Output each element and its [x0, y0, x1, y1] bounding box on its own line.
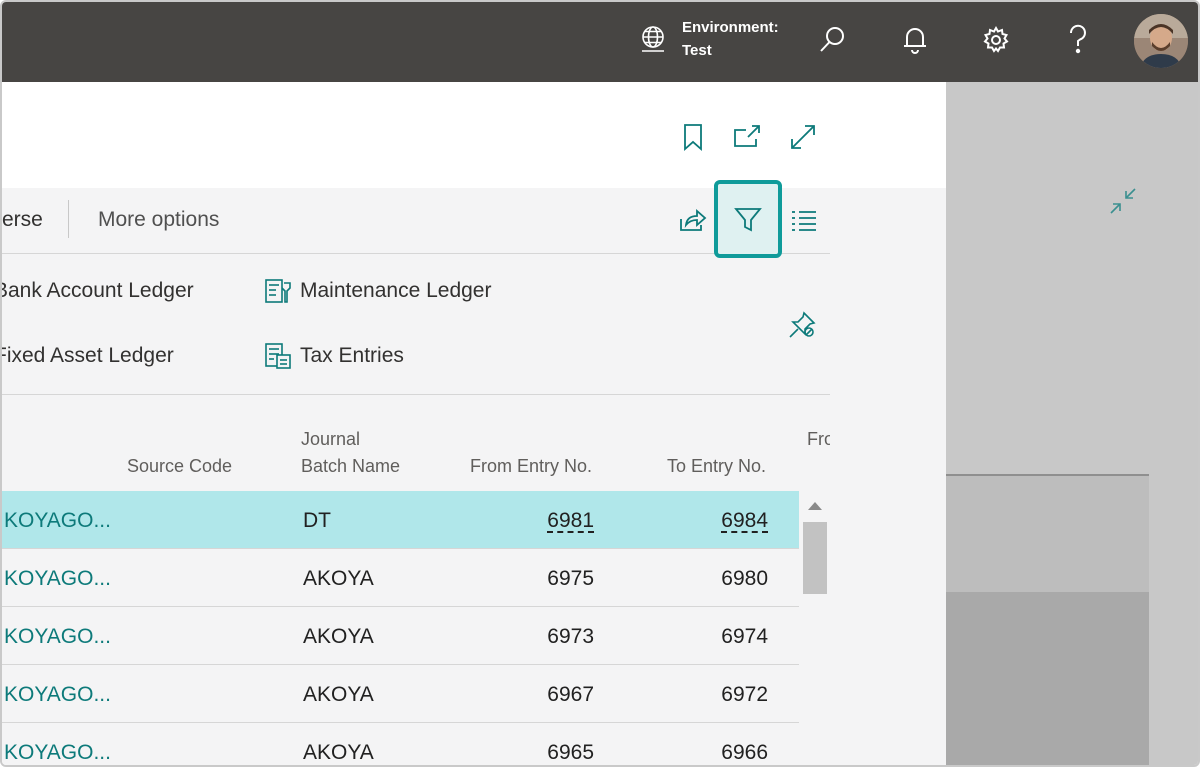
- user-cell[interactable]: KOYAGO...: [4, 683, 111, 707]
- globe-icon: [642, 26, 664, 52]
- background-block: [946, 592, 1149, 765]
- column-from-entry[interactable]: From Entry No.: [442, 453, 592, 480]
- search-icon: [820, 27, 844, 52]
- expand-button[interactable]: [788, 122, 818, 152]
- fixed-asset-ledger-link[interactable]: Fixed Asset Ledger: [0, 344, 174, 368]
- column-from-partial[interactable]: Fro: [807, 426, 830, 453]
- environment-label: Environment:: [682, 19, 779, 36]
- tax-entries-label: Tax Entries: [300, 344, 404, 367]
- maintenance-ledger-icon: [265, 279, 291, 303]
- from-entry-cell[interactable]: 6973: [442, 625, 594, 649]
- maintenance-ledger-label: Maintenance Ledger: [300, 279, 492, 302]
- to-entry-cell[interactable]: 6984: [616, 509, 768, 533]
- expand-icon: [791, 125, 815, 149]
- background-panel: [946, 476, 1149, 592]
- column-journal-batch-line2[interactable]: Batch Name: [301, 453, 400, 480]
- collapse-icon: [1110, 188, 1136, 214]
- user-cell[interactable]: KOYAGO...: [4, 567, 111, 591]
- bank-account-ledger-label: Bank Account Ledger: [0, 279, 194, 302]
- from-entry-cell[interactable]: 6981: [442, 509, 594, 533]
- help-icon: [1069, 24, 1086, 54]
- collapse-button[interactable]: [1108, 186, 1138, 216]
- user-cell[interactable]: KOYAGO...: [4, 741, 111, 765]
- from-entry-cell[interactable]: 6975: [442, 567, 594, 591]
- pin-icon: [789, 311, 816, 338]
- user-photo-icon: [1134, 14, 1188, 68]
- search-button[interactable]: [814, 22, 850, 58]
- scroll-up-arrow-icon[interactable]: [808, 502, 822, 510]
- top-bar: Environment: Test: [2, 2, 1198, 82]
- column-source-code[interactable]: Source Code: [127, 453, 232, 480]
- bank-account-ledger-link[interactable]: Bank Account Ledger: [0, 279, 194, 303]
- navigate-links: Bank Account Ledger Maintenance Ledger F…: [2, 255, 830, 395]
- tax-entries-icon: [265, 343, 291, 369]
- page-header: [2, 82, 946, 188]
- batch-cell: AKOYA: [303, 683, 374, 706]
- app-frame: Environment: Test erse More options Bank…: [0, 0, 1200, 767]
- content-area: erse More options Bank Account Ledger Ma…: [2, 180, 946, 765]
- batch-cell: AKOYA: [303, 567, 374, 590]
- notifications-button[interactable]: [897, 22, 933, 58]
- table-row[interactable]: KOYAGO... AKOYA 6973 6974: [2, 607, 799, 665]
- table-row[interactable]: KOYAGO... DT 6981 6984: [2, 491, 799, 549]
- batch-cell: DT: [303, 509, 331, 532]
- pin-button[interactable]: [786, 309, 818, 341]
- batch-cell: AKOYA: [303, 741, 374, 764]
- to-entry-cell[interactable]: 6980: [616, 567, 768, 591]
- table-header: Source Code Journal Batch Name From Entr…: [2, 396, 830, 491]
- action-separator: [68, 200, 69, 238]
- fixed-asset-ledger-label: Fixed Asset Ledger: [0, 344, 174, 367]
- maintenance-ledger-link[interactable]: Maintenance Ledger: [264, 277, 491, 305]
- environment-value: Test: [682, 42, 712, 59]
- column-journal-batch-line1[interactable]: Journal: [301, 426, 360, 453]
- background-divider: [946, 474, 1149, 476]
- environment-indicator[interactable]: Environment: Test: [638, 16, 779, 62]
- list-view-button[interactable]: [788, 204, 820, 236]
- share-button[interactable]: [676, 204, 708, 236]
- tax-entries-link[interactable]: Tax Entries: [264, 342, 404, 370]
- to-entry-cell[interactable]: 6974: [616, 625, 768, 649]
- settings-button[interactable]: [978, 22, 1014, 58]
- bookmark-button[interactable]: [678, 122, 708, 152]
- bell-icon: [904, 28, 926, 54]
- open-new-window-icon: [734, 125, 760, 147]
- column-to-entry[interactable]: To Entry No.: [616, 453, 766, 480]
- more-options-button[interactable]: More options: [98, 208, 219, 232]
- user-cell[interactable]: KOYAGO...: [4, 625, 111, 649]
- scrollbar-thumb[interactable]: [803, 522, 827, 594]
- bookmark-icon: [684, 124, 702, 151]
- table-row[interactable]: KOYAGO... AKOYA 6975 6980: [2, 549, 799, 607]
- help-button[interactable]: [1060, 22, 1096, 58]
- reverse-action[interactable]: erse: [2, 208, 43, 232]
- user-cell[interactable]: KOYAGO...: [4, 509, 111, 533]
- action-bar: erse More options: [2, 180, 830, 258]
- list-icon: [792, 211, 816, 231]
- filter-pane-button[interactable]: [714, 180, 782, 258]
- avatar[interactable]: [1134, 14, 1188, 68]
- share-icon: [680, 209, 707, 231]
- to-entry-cell[interactable]: 6966: [616, 741, 768, 765]
- gear-icon: [983, 25, 1009, 53]
- batch-cell: AKOYA: [303, 625, 374, 648]
- table-row[interactable]: KOYAGO... AKOYA 6967 6972: [2, 665, 799, 723]
- to-entry-cell[interactable]: 6972: [616, 683, 768, 707]
- open-new-window-button[interactable]: [732, 122, 762, 152]
- table-row[interactable]: KOYAGO... AKOYA 6965 6966: [2, 723, 799, 765]
- from-entry-cell[interactable]: 6965: [442, 741, 594, 765]
- filter-icon: [734, 208, 762, 232]
- from-entry-cell[interactable]: 6967: [442, 683, 594, 707]
